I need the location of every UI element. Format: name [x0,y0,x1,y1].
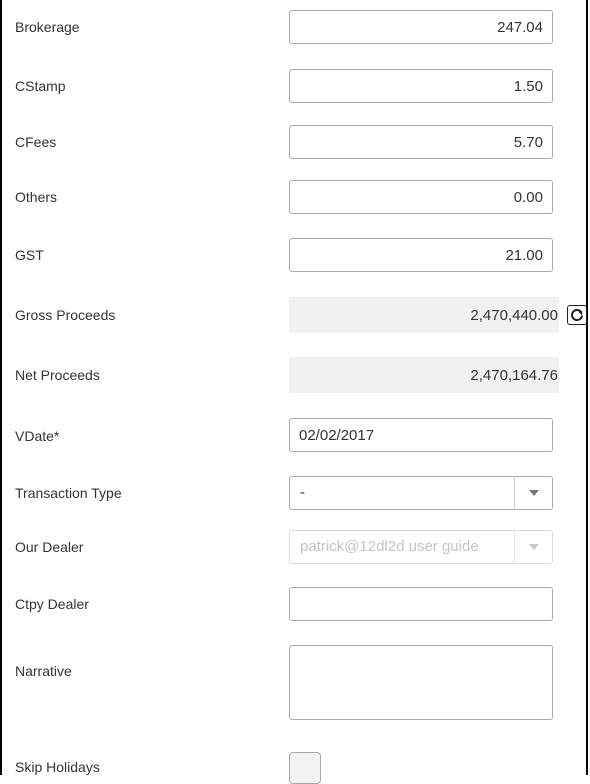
transaction-type-label: Transaction Type [15,485,122,501]
gst-label: GST [15,247,44,263]
cfees-input[interactable]: 5.70 [289,125,553,159]
gst-input[interactable]: 21.00 [289,238,553,272]
net-proceeds-label: Net Proceeds [15,367,100,383]
brokerage-input[interactable]: 247.04 [289,10,553,44]
narrative-label: Narrative [15,663,72,679]
brokerage-label: Brokerage [15,19,80,35]
others-label: Others [15,189,58,205]
cfees-label: CFees [15,134,57,150]
skip-holidays-label: Skip Holidays [15,759,100,775]
our-dealer-value: patrick@12dl2d user guide [300,538,479,555]
narrative-textarea[interactable] [289,645,553,720]
others-input[interactable]: 0.00 [289,180,553,214]
ctpy-dealer-input[interactable] [289,587,553,621]
vdate-label: VDate* [15,428,60,444]
net-proceeds-value: 2,470,164.76 [289,357,559,393]
our-dealer-select: patrick@12dl2d user guide [289,530,553,564]
skip-holidays-checkbox[interactable] [289,752,321,784]
chevron-down-icon[interactable] [514,477,552,509]
transaction-type-select[interactable]: - [289,476,553,510]
chevron-down-icon [514,531,552,563]
ctpy-dealer-label: Ctpy Dealer [15,596,89,612]
vdate-input[interactable]: 02/02/2017 [289,418,553,452]
cstamp-input[interactable]: 1.50 [289,69,553,103]
our-dealer-label: Our Dealer [15,539,84,555]
refresh-icon[interactable] [567,305,587,325]
gross-proceeds-value: 2,470,440.00 [289,297,559,333]
gross-proceeds-label: Gross Proceeds [15,307,116,323]
transaction-type-value: - [300,484,305,501]
form-panel: Brokerage 247.04 CStamp 1.50 CFees 5.70 … [0,0,588,784]
cstamp-label: CStamp [15,78,66,94]
